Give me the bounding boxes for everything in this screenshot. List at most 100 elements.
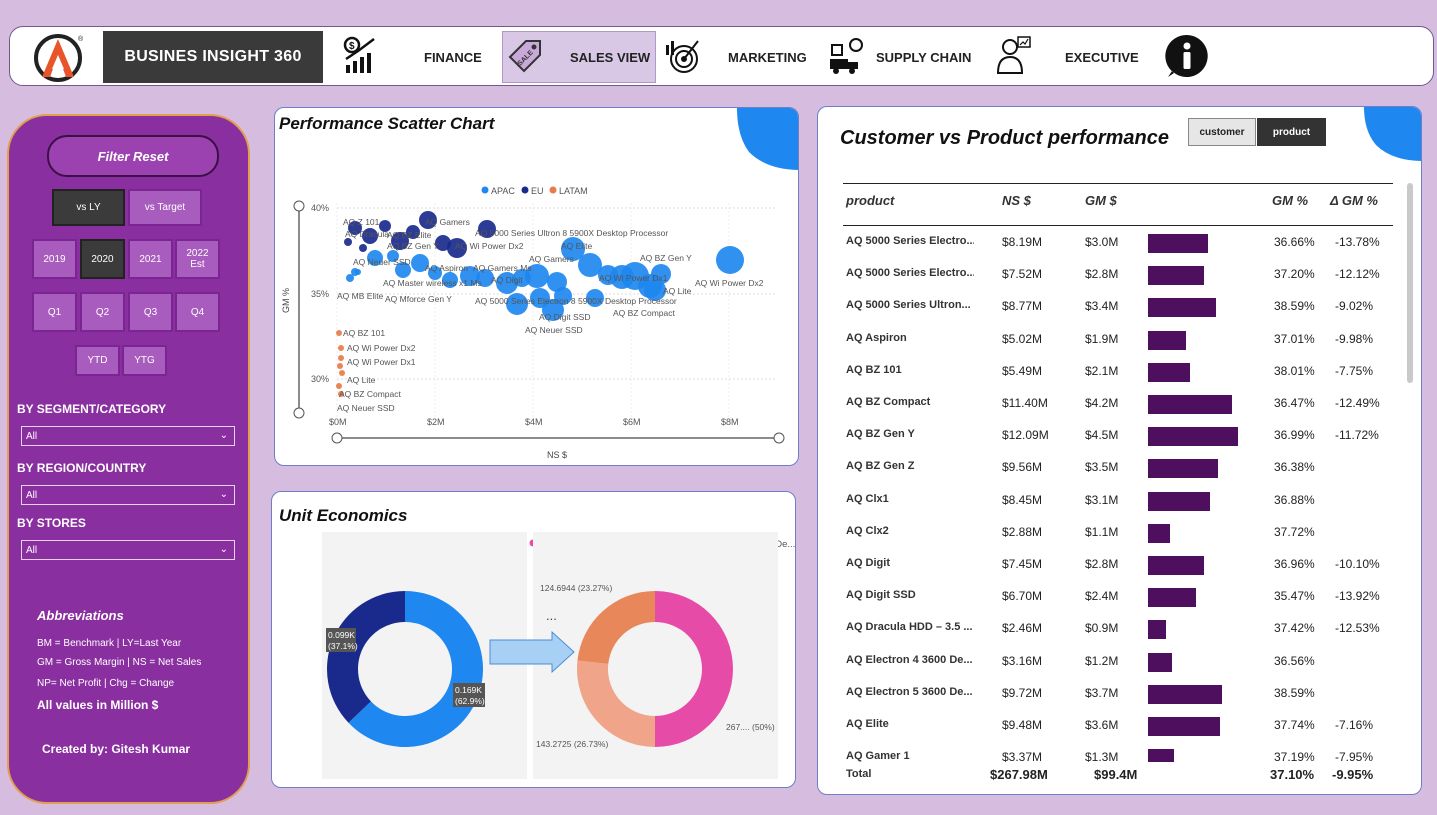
- legend-label: APAC: [491, 186, 515, 196]
- unit-economics-donuts[interactable]: Total COGSGross MarginNet SalesTotal Pos…: [272, 492, 796, 788]
- gm-bar: [1148, 427, 1238, 447]
- year-2022-est-button[interactable]: 2022 Est: [175, 239, 220, 279]
- y-tick-label: 40%: [311, 203, 329, 213]
- nav-marketing[interactable]: MARKETING: [728, 31, 807, 83]
- y-tick-label: 35%: [311, 289, 329, 299]
- ytg-button[interactable]: YTG: [122, 345, 167, 376]
- gm-bar: [1148, 234, 1208, 253]
- region-dropdown-value: All: [26, 490, 38, 501]
- total-gm-pct: 37.10%: [1270, 767, 1315, 782]
- quarter-q3-button[interactable]: Q3: [128, 292, 173, 332]
- total-label: Total: [846, 768, 872, 780]
- scatter-point-label: AQ Dracula: [345, 229, 389, 239]
- stores-dropdown[interactable]: All ⌄: [21, 540, 235, 560]
- executive-icon[interactable]: [992, 35, 1032, 75]
- gm-value: $3.4M: [1085, 299, 1119, 314]
- table-row[interactable]: AQ BZ Compact $11.40M $4.2M 36.47% -12.49%: [818, 388, 1421, 420]
- gm-value: $2.4M: [1085, 589, 1119, 604]
- scatter-point: [716, 246, 744, 274]
- x-tick-label: $2M: [427, 417, 445, 427]
- table-row[interactable]: AQ Gamer 1 $3.37M $1.3M 37.19% -7.95%: [818, 742, 1421, 762]
- sale-tag-icon[interactable]: SALE: [506, 35, 546, 75]
- page-fold-icon: [1364, 107, 1421, 161]
- table-row[interactable]: AQ Elite $9.48M $3.6M 37.74% -7.16%: [818, 710, 1421, 742]
- product-name: AQ 5000 Series Electro...: [846, 267, 974, 280]
- segment-filter-label: BY SEGMENT/CATEGORY: [17, 402, 167, 416]
- scatter-point-label: AQ 5000 Series Electron 8 5900X Desktop …: [475, 296, 677, 306]
- vs-ly-button[interactable]: vs LY: [52, 189, 125, 226]
- table-row[interactable]: AQ Electron 4 3600 De... $3.16M $1.2M 36.56…: [818, 646, 1421, 678]
- col-header-product[interactable]: product: [846, 193, 894, 217]
- quarter-q4-button[interactable]: Q4: [175, 292, 220, 332]
- table-row[interactable]: AQ Aspiron $5.02M $1.9M 37.01% -9.98%: [818, 324, 1421, 356]
- product-name: AQ 5000 Series Electro...: [846, 235, 974, 247]
- product-name: AQ Clx2: [846, 524, 889, 537]
- quarter-q1-button[interactable]: Q1: [32, 292, 77, 332]
- gm-pct-value: 36.99%: [1274, 428, 1315, 443]
- gm-pct-value: 36.47%: [1274, 396, 1315, 410]
- product-name: AQ BZ Gen Z: [846, 460, 915, 473]
- col-header-delta-gm[interactable]: Δ GM %: [1330, 193, 1378, 217]
- table-row[interactable]: AQ 5000 Series Ultron... $8.77M $3.4M 38.59…: [818, 291, 1421, 323]
- delta-gm-value: -12.53%: [1335, 621, 1380, 636]
- unit-economics-card: Unit Economics Total COGSGross MarginNet…: [271, 491, 796, 788]
- product-toggle-button[interactable]: product: [1257, 118, 1326, 146]
- table-row[interactable]: AQ Electron 5 3600 De... $9.72M $3.7M 38.59…: [818, 678, 1421, 710]
- region-dropdown[interactable]: All ⌄: [21, 485, 235, 505]
- ytd-button[interactable]: YTD: [75, 345, 120, 376]
- delta-gm-value: -9.98%: [1335, 331, 1374, 346]
- gm-value: $0.9M: [1085, 621, 1119, 636]
- supply-chain-icon[interactable]: [826, 35, 866, 75]
- data-label: 124.6944 (23.27%): [540, 583, 612, 593]
- delta-gm-value: -9.02%: [1335, 299, 1374, 314]
- ns-value: $7.52M: [1002, 267, 1043, 282]
- customer-toggle-button[interactable]: customer: [1188, 118, 1256, 146]
- table-row[interactable]: AQ BZ 101 $5.49M $2.1M 38.01% -7.75%: [818, 356, 1421, 388]
- year-2019-button[interactable]: 2019: [32, 239, 77, 279]
- year-2021-button[interactable]: 2021: [128, 239, 173, 279]
- gm-value: $1.2M: [1085, 653, 1119, 668]
- quarter-q2-button[interactable]: Q2: [80, 292, 125, 332]
- table-row[interactable]: AQ Clx2 $2.88M $1.1M 37.72%: [818, 517, 1421, 549]
- abbreviation-line: BM = Benchmark | LY=Last Year: [37, 638, 182, 649]
- abbreviation-line: GM = Gross Margin | NS = Net Sales: [37, 657, 202, 668]
- scatter-point-label: AQ Gamers: [425, 217, 470, 227]
- scatter-point-label: AQ 5000 Series Ultron 8 5900X Desktop Pr…: [475, 228, 668, 238]
- table-row[interactable]: AQ BZ Gen Z $9.56M $3.5M 36.38%: [818, 452, 1421, 484]
- y-slider-handle: [293, 200, 305, 212]
- gm-pct-value: 37.74%: [1274, 718, 1315, 732]
- gm-pct-value: 37.01%: [1274, 331, 1315, 346]
- nav-executive[interactable]: EXECUTIVE: [1065, 31, 1139, 83]
- table-row[interactable]: AQ Digit $7.45M $2.8M 36.96% -10.10%: [818, 549, 1421, 581]
- table-row[interactable]: AQ Dracula HDD – 3.5 ... $2.46M $0.9M 37.42…: [818, 613, 1421, 645]
- filter-reset-button[interactable]: Filter Reset: [47, 135, 219, 177]
- nav-finance[interactable]: FINANCE: [424, 31, 482, 83]
- table-scrollbar[interactable]: [1407, 183, 1413, 383]
- table-row[interactable]: AQ BZ Gen Y $12.09M $4.5M 36.99% -11.72%: [818, 420, 1421, 452]
- table-title: Customer vs Product performance: [840, 127, 1169, 149]
- gm-value: $4.2M: [1085, 396, 1119, 410]
- table-row[interactable]: AQ 5000 Series Electro... $8.19M $3.0M 36.6…: [818, 227, 1421, 259]
- finance-chart-icon[interactable]: $: [340, 35, 380, 75]
- gm-value: $3.1M: [1085, 492, 1119, 507]
- gm-bar: [1148, 588, 1196, 608]
- scatter-point: [339, 370, 345, 376]
- scatter-point-label: AQ Z 101: [343, 217, 380, 227]
- col-header-ns[interactable]: NS $: [1002, 193, 1031, 217]
- info-icon[interactable]: [1164, 33, 1210, 79]
- delta-gm-value: -13.92%: [1335, 589, 1380, 604]
- nav-supply-chain[interactable]: SUPPLY CHAIN: [876, 31, 971, 83]
- scatter-plot[interactable]: APAC EU LATAM 40% 35% 30% $0M $2M $4M $6M $8M GM % N…: [275, 108, 799, 466]
- year-2020-button[interactable]: 2020: [80, 239, 125, 279]
- x-slider-handle: [331, 432, 343, 444]
- segment-dropdown[interactable]: All ⌄: [21, 426, 235, 446]
- col-header-gm[interactable]: GM $: [1085, 193, 1117, 217]
- abbreviation-line: NP= Net Profit | Chg = Change: [37, 678, 175, 689]
- table-row[interactable]: AQ Digit SSD $6.70M $2.4M 35.47% -13.92%: [818, 581, 1421, 613]
- table-row[interactable]: AQ 5000 Series Electro... $7.52M $2.8M 37.2…: [818, 259, 1421, 291]
- table-row[interactable]: AQ Clx1 $8.45M $3.1M 36.88%: [818, 485, 1421, 517]
- col-header-gm-pct[interactable]: GM %: [1272, 193, 1308, 217]
- delta-gm-value: -11.72%: [1335, 428, 1379, 443]
- target-icon[interactable]: [664, 35, 704, 75]
- vs-target-button[interactable]: vs Target: [128, 189, 202, 226]
